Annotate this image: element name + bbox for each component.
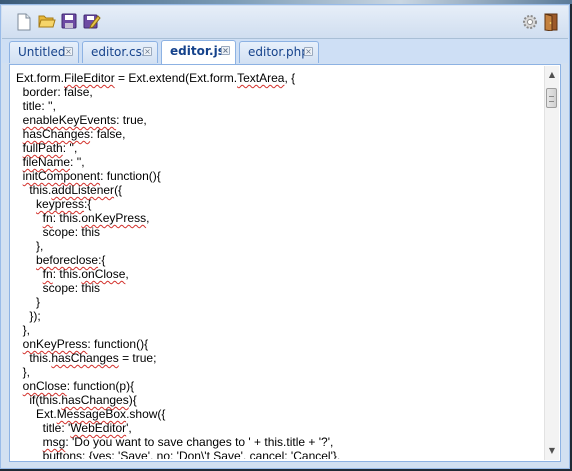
close-icon[interactable]: ×	[221, 46, 230, 55]
tab-untitled[interactable]: Untitled ×	[9, 41, 79, 63]
tab-label: Untitled	[18, 45, 66, 59]
save-as-icon[interactable]	[83, 13, 101, 31]
code-line: onClose: function(p){	[22, 379, 135, 393]
code-line: },	[16, 365, 31, 379]
code-line: },	[16, 323, 31, 337]
tab-strip: Untitled × editor.css × editor.js × edit…	[2, 39, 568, 64]
code-line: initComponent: function(){	[22, 169, 161, 183]
code-line: fn: this.onKeyPress,	[42, 211, 150, 225]
code-line: fn: this.onClose,	[42, 267, 129, 281]
tab-label: editor.php	[248, 45, 309, 59]
code-line: onKeyPress: function(){	[22, 337, 149, 351]
save-icon[interactable]	[61, 13, 79, 31]
code-line: title: '',	[16, 99, 56, 113]
open-folder-icon[interactable]	[38, 13, 56, 31]
close-icon[interactable]: ×	[143, 47, 152, 56]
code-line: msg: 'Do you want to save changes to ' +…	[42, 435, 334, 449]
close-icon[interactable]: ×	[304, 47, 313, 56]
code-line: fileName: '',	[22, 155, 85, 169]
code-line: buttons: {yes: 'Save', no: 'Don\'t Save'…	[16, 449, 341, 459]
tab-editor-php[interactable]: editor.php ×	[239, 41, 319, 63]
code-line: keypress:{	[36, 197, 92, 211]
code-line: }	[16, 295, 41, 309]
tab-label: editor.js	[170, 44, 225, 58]
code-line: scope: this	[16, 281, 101, 295]
code-line: this.hasChanges = true;	[16, 351, 157, 365]
code-line: beforeclose:{	[36, 253, 106, 267]
code-line: enableKeyEvents: true,	[22, 113, 147, 127]
code-line: scope: this	[16, 225, 101, 239]
code-line: Ext.form.FileEditor = Ext.extend(Ext.for…	[16, 71, 296, 85]
code-line: title: 'WebEditor',	[16, 421, 132, 435]
code-line: },	[16, 239, 44, 253]
code-line: hasChanges: false,	[22, 127, 126, 141]
scroll-up-arrow-icon[interactable]: ▲	[545, 68, 559, 82]
scroll-down-arrow-icon[interactable]: ▼	[545, 444, 559, 458]
code-textarea[interactable]: Ext.form.FileEditor = Ext.extend(Ext.for…	[16, 71, 546, 459]
tab-label: editor.css	[91, 45, 149, 59]
code-editor[interactable]: Ext.form.FileEditor = Ext.extend(Ext.for…	[9, 64, 561, 462]
file-editor-window: Untitled × editor.css × editor.js × edit…	[0, 4, 570, 469]
code-line: this.addListener({	[16, 183, 123, 197]
tab-editor-js[interactable]: editor.js ×	[161, 40, 236, 64]
vertical-scrollbar[interactable]: ▲ ▼	[544, 66, 559, 460]
scrollbar-thumb[interactable]	[546, 88, 557, 108]
code-line: fullPath: '',	[22, 141, 78, 155]
code-line: });	[16, 309, 41, 323]
new-file-icon[interactable]	[16, 13, 34, 31]
code-line: Ext.MessageBox.show({	[16, 407, 166, 421]
code-line: if(this.hasChanges){	[16, 393, 137, 407]
tab-editor-css[interactable]: editor.css ×	[82, 41, 158, 63]
exit-door-icon[interactable]	[542, 13, 560, 31]
settings-gear-icon[interactable]	[521, 13, 539, 31]
code-line: border: false,	[16, 85, 93, 99]
toolbar	[2, 6, 568, 39]
close-icon[interactable]: ×	[64, 47, 73, 56]
